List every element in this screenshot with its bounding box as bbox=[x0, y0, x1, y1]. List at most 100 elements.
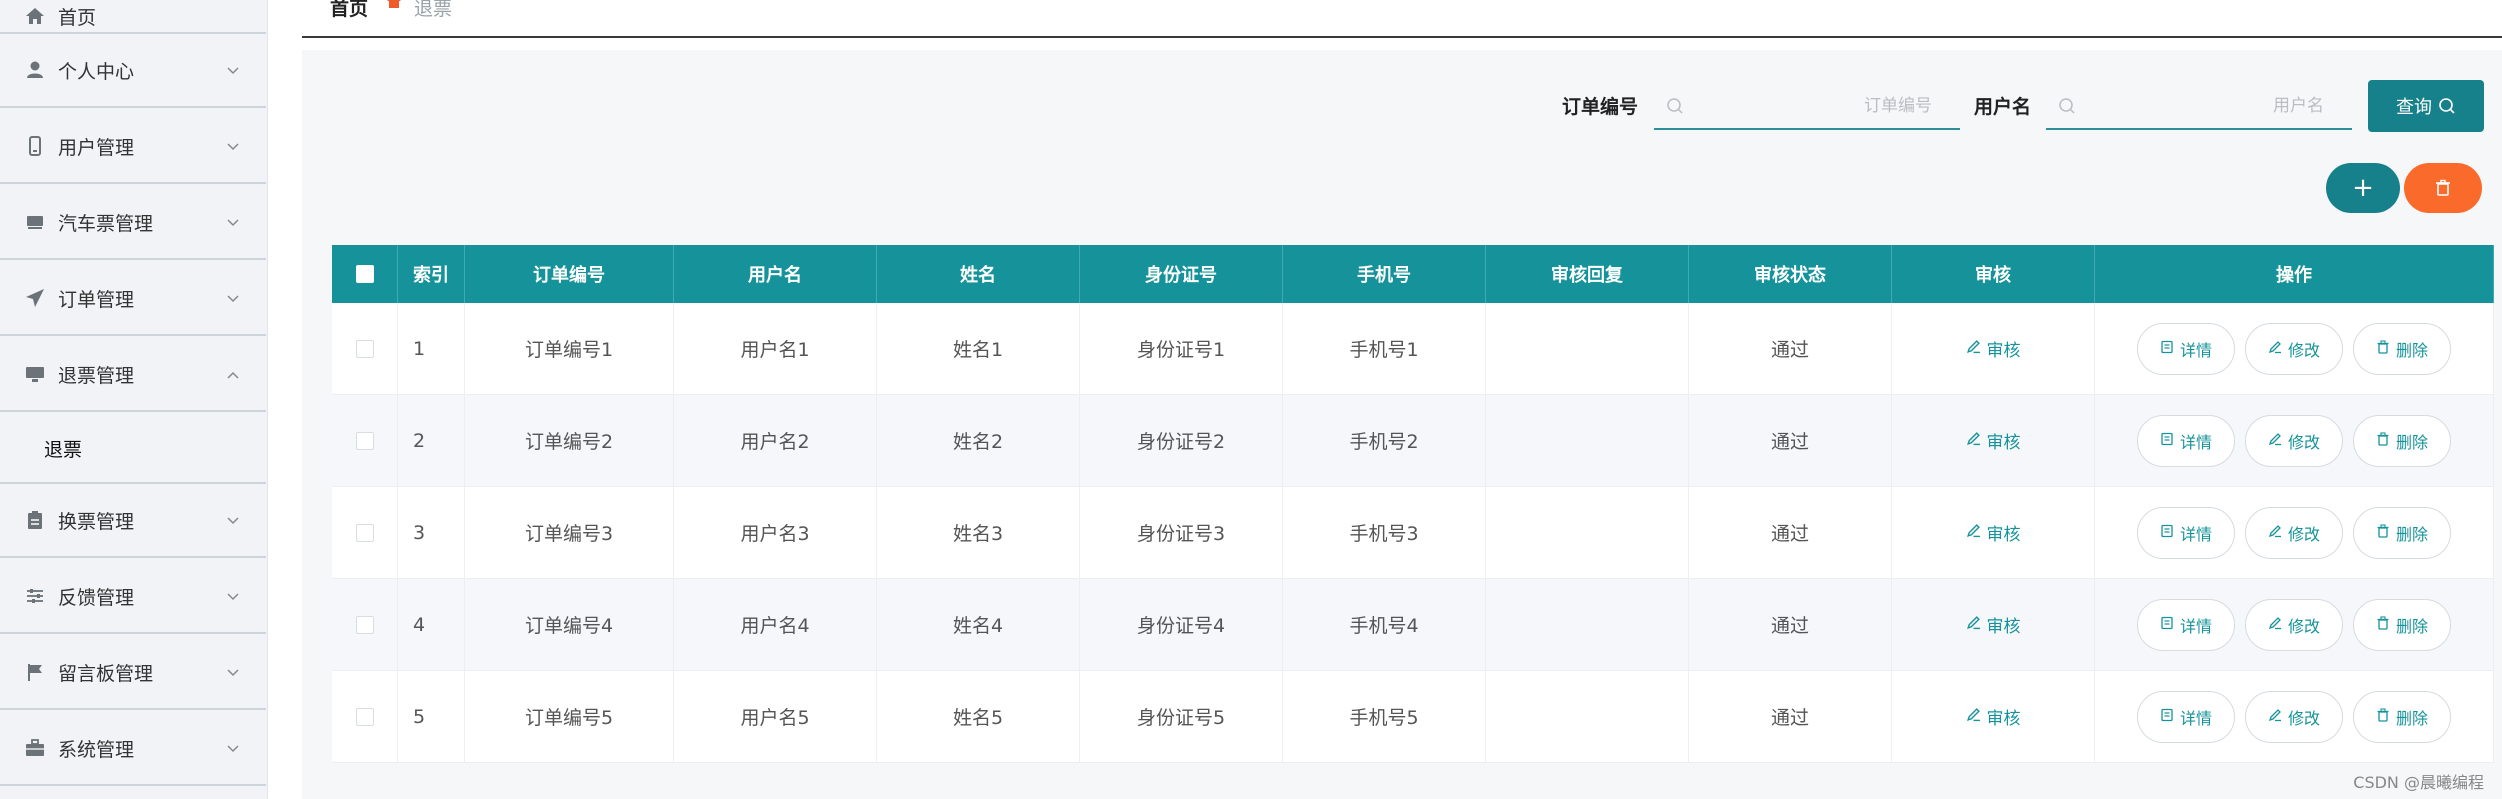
row-select-cell bbox=[332, 303, 398, 394]
row-checkbox[interactable] bbox=[355, 523, 374, 542]
delete-button[interactable]: 删除 bbox=[2353, 690, 2451, 743]
search-icon bbox=[2439, 98, 2455, 114]
chevron-down-icon bbox=[226, 665, 240, 679]
row-select-cell bbox=[332, 579, 398, 670]
edit-button[interactable]: 修改 bbox=[2245, 414, 2343, 467]
cell-actions: 详情 修改 删除 bbox=[2095, 671, 2494, 762]
detail-button[interactable]: 详情 bbox=[2137, 506, 2235, 559]
watermark: CSDN @晨曦编程 bbox=[2353, 773, 2484, 792]
sidebar-item-message-board-management[interactable]: 留言板管理 bbox=[0, 636, 266, 710]
header-audit-status: 审核状态 bbox=[1689, 245, 1892, 303]
select-all-cell bbox=[332, 245, 398, 303]
header-audit: 审核 bbox=[1892, 245, 2095, 303]
audit-link[interactable]: 审核 bbox=[1966, 428, 2021, 453]
cell-name: 姓名5 bbox=[877, 671, 1080, 762]
cell-id-card: 身份证号2 bbox=[1080, 395, 1283, 486]
breadcrumb-current: 退票 bbox=[414, 0, 453, 20]
order-number-input[interactable] bbox=[1684, 96, 1960, 116]
cell-name: 姓名2 bbox=[877, 395, 1080, 486]
cell-actions: 详情 修改 删除 bbox=[2095, 487, 2494, 578]
detail-button-label: 详情 bbox=[2179, 524, 2212, 544]
edit-icon bbox=[2268, 707, 2288, 726]
row-checkbox[interactable] bbox=[355, 431, 374, 450]
sidebar-item-label: 留言板管理 bbox=[58, 662, 154, 685]
row-checkbox[interactable] bbox=[355, 707, 374, 726]
sidebar-item-label: 换票管理 bbox=[58, 510, 135, 533]
edit-button-label: 修改 bbox=[2287, 432, 2320, 452]
sidebar-item-system-management[interactable]: 系统管理 bbox=[0, 712, 266, 786]
audit-link[interactable]: 审核 bbox=[1966, 336, 2021, 361]
detail-button[interactable]: 详情 bbox=[2137, 690, 2235, 743]
trash-icon bbox=[2376, 339, 2396, 358]
delete-button[interactable]: 删除 bbox=[2353, 506, 2451, 559]
sidebar-subitem-refund[interactable]: 退票 bbox=[0, 414, 266, 484]
edit-button[interactable]: 修改 bbox=[2245, 598, 2343, 651]
edit-button[interactable]: 修改 bbox=[2245, 506, 2343, 559]
cell-name: 姓名3 bbox=[877, 487, 1080, 578]
batch-delete-button[interactable] bbox=[2404, 163, 2482, 213]
bus-icon bbox=[24, 211, 46, 233]
add-button[interactable]: + bbox=[2326, 163, 2400, 213]
row-checkbox[interactable] bbox=[355, 339, 374, 358]
detail-button[interactable]: 详情 bbox=[2137, 598, 2235, 651]
table-header-row: 索引 订单编号 用户名 姓名 身份证号 手机号 审核回复 审核状态 审核 操作 bbox=[332, 245, 2494, 303]
cell-username: 用户名3 bbox=[674, 487, 877, 578]
sidebar-item-refund-management[interactable]: 退票管理 bbox=[0, 338, 266, 412]
sidebar-item-user-management[interactable]: 用户管理 bbox=[0, 110, 266, 184]
edit-button-label: 修改 bbox=[2287, 340, 2320, 360]
detail-button[interactable]: 详情 bbox=[2137, 414, 2235, 467]
edit-icon bbox=[1966, 615, 1987, 635]
edit-button[interactable]: 修改 bbox=[2245, 322, 2343, 375]
cell-id-card: 身份证号4 bbox=[1080, 579, 1283, 670]
audit-link[interactable]: 审核 bbox=[1966, 612, 2021, 637]
cell-username: 用户名4 bbox=[674, 579, 877, 670]
cell-id-card: 身份证号1 bbox=[1080, 303, 1283, 394]
edit-button-label: 修改 bbox=[2287, 524, 2320, 544]
chevron-down-icon bbox=[226, 513, 240, 527]
cell-order-number: 订单编号5 bbox=[465, 671, 674, 762]
edit-button[interactable]: 修改 bbox=[2245, 690, 2343, 743]
detail-button-label: 详情 bbox=[2179, 432, 2212, 452]
refund-table: 索引 订单编号 用户名 姓名 身份证号 手机号 审核回复 审核状态 审核 操作 … bbox=[332, 245, 2494, 763]
sidebar-item-feedback-management[interactable]: 反馈管理 bbox=[0, 560, 266, 634]
table-row: 3 订单编号3 用户名3 姓名3 身份证号3 手机号3 通过 审核 详情 修改 删除 bbox=[332, 487, 2494, 579]
header-name: 姓名 bbox=[877, 245, 1080, 303]
cell-index: 3 bbox=[398, 487, 465, 578]
sidebar-item-personal-center[interactable]: 个人中心 bbox=[0, 34, 266, 108]
header-index: 索引 bbox=[398, 245, 465, 303]
row-checkbox[interactable] bbox=[355, 615, 374, 634]
cell-audit-status: 通过 bbox=[1689, 671, 1892, 762]
query-button[interactable]: 查询 bbox=[2368, 80, 2484, 132]
username-label: 用户名 bbox=[1974, 96, 2032, 118]
sidebar-item-label: 反馈管理 bbox=[58, 586, 135, 609]
edit-icon bbox=[2268, 431, 2288, 450]
sidebar-item-bus-ticket-management[interactable]: 汽车票管理 bbox=[0, 186, 266, 260]
delete-button[interactable]: 删除 bbox=[2353, 598, 2451, 651]
cell-index: 1 bbox=[398, 303, 465, 394]
select-all-checkbox[interactable] bbox=[355, 265, 374, 283]
audit-link[interactable]: 审核 bbox=[1966, 520, 2021, 545]
delete-button-label: 删除 bbox=[2395, 708, 2428, 728]
sidebar-item-exchange-management[interactable]: 换票管理 bbox=[0, 484, 266, 558]
username-input[interactable] bbox=[2076, 96, 2352, 116]
monitor-icon bbox=[24, 363, 46, 385]
header-audit-reply: 审核回复 bbox=[1486, 245, 1689, 303]
cell-order-number: 订单编号2 bbox=[465, 395, 674, 486]
chevron-down-icon bbox=[226, 589, 240, 603]
edit-icon bbox=[1966, 523, 1987, 543]
delete-button[interactable]: 删除 bbox=[2353, 322, 2451, 375]
audit-link[interactable]: 审核 bbox=[1966, 704, 2021, 729]
cell-index: 4 bbox=[398, 579, 465, 670]
edit-button-label: 修改 bbox=[2287, 616, 2320, 636]
sidebar-item-order-management[interactable]: 订单管理 bbox=[0, 262, 266, 336]
breadcrumb-home[interactable]: 首页 bbox=[330, 0, 368, 21]
delete-button[interactable]: 删除 bbox=[2353, 414, 2451, 467]
sidebar-item-home[interactable]: 首页 bbox=[0, 0, 266, 34]
delete-button-label: 删除 bbox=[2395, 340, 2428, 360]
audit-link-label: 审核 bbox=[1986, 709, 2021, 729]
header-username: 用户名 bbox=[674, 245, 877, 303]
detail-button[interactable]: 详情 bbox=[2137, 322, 2235, 375]
chevron-down-icon bbox=[226, 291, 240, 305]
document-icon bbox=[2160, 707, 2180, 726]
document-icon bbox=[2160, 339, 2180, 358]
